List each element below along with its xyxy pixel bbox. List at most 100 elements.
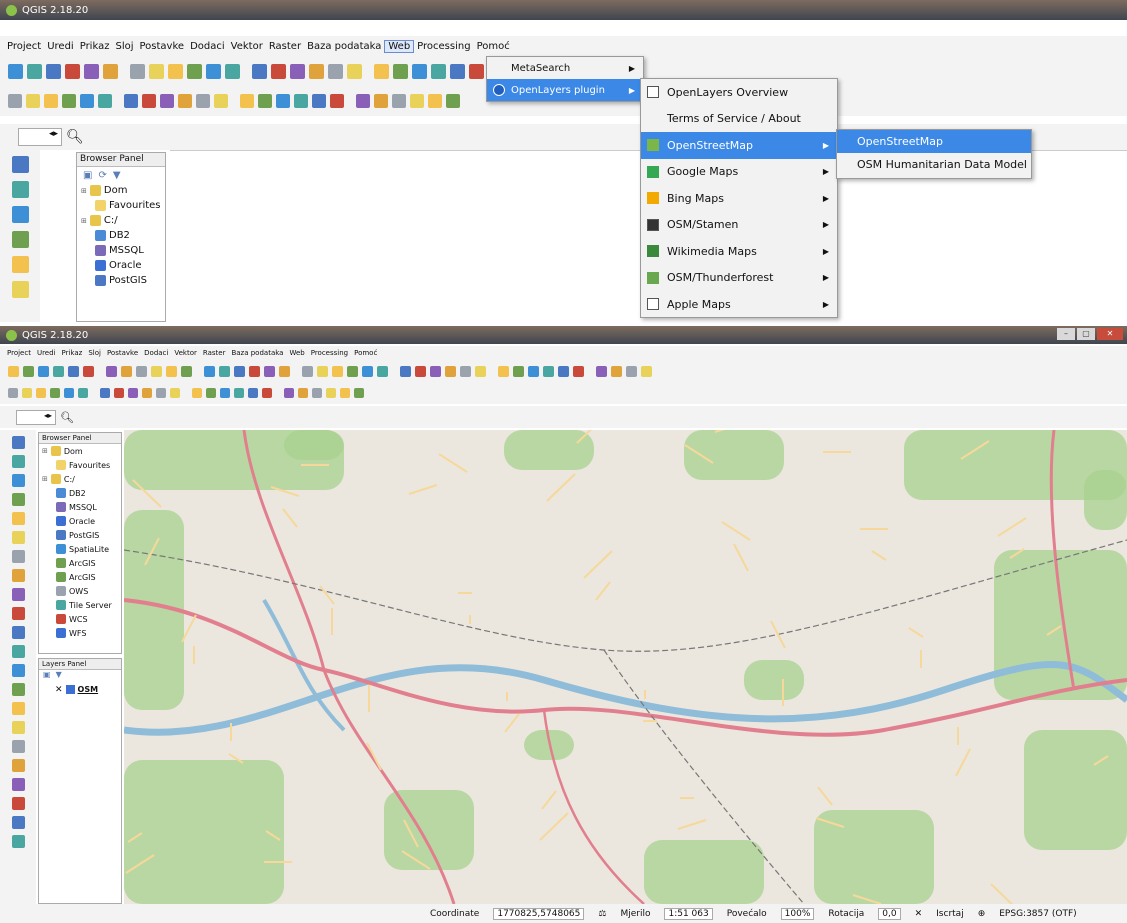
toolbar-tool-icon[interactable] [573,365,584,377]
browser-item-wcs[interactable]: WCS [42,612,121,626]
toolbar-tool-icon[interactable] [264,365,275,377]
layer-tool-icon[interactable] [11,231,29,248]
browser-item-c[interactable]: ⊞ C:/ [42,472,121,486]
menu-vektor[interactable]: Vektor [228,41,266,52]
toolbar-tool-icon[interactable] [279,365,290,377]
toolbar-tool-icon[interactable] [62,94,76,108]
menu-raster[interactable]: Raster [266,41,304,52]
menu-web[interactable]: Web [384,39,415,53]
layer-tool-icon[interactable] [11,683,25,696]
toolbar-tool-icon[interactable] [430,365,441,377]
toolbar-tool-icon[interactable] [290,63,305,79]
toolbar-tool-icon[interactable] [130,63,145,79]
toolbar-tool-icon[interactable] [428,94,442,108]
toolbar-tool-icon[interactable] [36,388,46,398]
menu-item-openstreetmap[interactable]: OpenStreetMap [837,130,1031,153]
layer-tool-icon[interactable] [11,493,25,506]
browser-item-mssql[interactable]: MSSQL [42,500,121,514]
toolbar-tool-icon[interactable] [26,94,40,108]
layer-tool-icon[interactable] [11,626,25,639]
toolbar-tool-icon[interactable] [65,63,80,79]
menu-postavke[interactable]: Postavke [104,349,141,357]
toolbar-tool-icon[interactable] [114,388,124,398]
toolbar-tool-icon[interactable] [469,63,484,79]
menu-item-wikimedia-maps[interactable]: Wikimedia Maps ▶ [641,238,837,265]
layer-tool-icon[interactable] [11,256,29,273]
browser-item-postgis[interactable]: PostGIS [81,273,165,288]
refresh-icon[interactable]: ⟳ [98,170,106,181]
toolbar-tool-icon[interactable] [46,63,61,79]
toolbar-tool-icon[interactable] [298,388,308,398]
browser-item-spatialite[interactable]: SpatiaLite [42,542,121,556]
menu-dodaci[interactable]: Dodaci [187,41,228,52]
toolbar-tool-icon[interactable] [166,365,177,377]
map-canvas[interactable] [124,430,1127,904]
toolbar-tool-icon[interactable] [312,388,322,398]
menu-item-openlayers-plugin[interactable]: OpenLayers plugin ▶ [487,79,643,101]
browser-item-oracle[interactable]: Oracle [81,258,165,273]
toolbar-tool-icon[interactable] [80,94,94,108]
toolbar-tool-icon[interactable] [83,365,94,377]
toolbar-tool-icon[interactable] [328,63,343,79]
toolbar-tool-icon[interactable] [393,63,408,79]
browser-item-arcgis[interactable]: ArcGIS [42,556,121,570]
browser-item-dom[interactable]: ⊞ Dom [81,183,165,198]
layer-tool-icon[interactable] [11,531,25,544]
toolbar-tool-icon[interactable] [626,365,637,377]
render-checkbox-icon[interactable]: ✕ [915,909,923,919]
toolbar-tool-icon[interactable] [498,365,509,377]
toolbar-tool-icon[interactable] [374,63,389,79]
layer-tool-icon[interactable] [11,721,25,734]
layer-tool-icon[interactable] [11,455,25,468]
toolbar-tool-icon[interactable] [284,388,294,398]
toolbar-tool-icon[interactable] [450,63,465,79]
toolbar-tool-icon[interactable] [27,63,42,79]
layer-tool-icon[interactable] [11,797,25,810]
toolbar-tool-icon[interactable] [44,94,58,108]
menu-item-apple-maps[interactable]: Apple Maps ▶ [641,291,837,318]
toolbar-tool-icon[interactable] [356,94,370,108]
toolbar-tool-icon[interactable] [206,388,216,398]
toolbar-tool-icon[interactable] [234,388,244,398]
layer-tool-icon[interactable] [11,206,29,223]
layer-tool-icon[interactable] [11,569,25,582]
expand-icon[interactable]: ⊞ [42,447,48,455]
toolbar-tool-icon[interactable] [377,365,388,377]
browser-item-wfs[interactable]: WFS [42,626,121,640]
toolbar-tool-icon[interactable] [124,94,138,108]
close-button[interactable]: ✕ [1097,328,1123,340]
zoom-input[interactable]: ◂▸ [18,128,62,146]
menu-web[interactable]: Web [286,349,307,357]
toolbar-tool-icon[interactable] [204,365,215,377]
toolbar-tool-icon[interactable] [258,94,272,108]
browser-item-favourites[interactable]: Favourites [81,198,165,213]
layer-tool-icon[interactable] [11,778,25,791]
add-icon[interactable]: ▣ [83,170,92,181]
toolbar-tool-icon[interactable] [170,388,180,398]
layer-tool-icon[interactable] [11,512,25,525]
layer-tool-icon[interactable] [11,550,25,563]
toolbar-tool-icon[interactable] [400,365,411,377]
toolbar-tool-icon[interactable] [23,365,34,377]
toolbar-tool-icon[interactable] [312,94,326,108]
toolbar-tool-icon[interactable] [187,63,202,79]
menu-vektor[interactable]: Vektor [171,349,200,357]
toolbar-tool-icon[interactable] [156,388,166,398]
toolbar-tool-icon[interactable] [431,63,446,79]
toolbar-tool-icon[interactable] [340,388,350,398]
toolbar-tool-icon[interactable] [192,388,202,398]
expand-icon[interactable]: ⊞ [81,187,87,195]
toolbar-tool-icon[interactable] [103,63,118,79]
menu-item-metasearch[interactable]: MetaSearch ▶ [487,57,643,79]
menu-uredi[interactable]: Uredi [44,41,77,52]
toolbar-tool-icon[interactable] [128,388,138,398]
toolbar-tool-icon[interactable] [611,365,622,377]
maximize-button[interactable]: ▢ [1077,328,1095,340]
toolbar-tool-icon[interactable] [160,94,174,108]
menu-processing[interactable]: Processing [414,41,473,52]
toolbar-tool-icon[interactable] [271,63,286,79]
toolbar-tool-icon[interactable] [276,94,290,108]
toolbar-tool-icon[interactable] [8,388,18,398]
toolbar-tool-icon[interactable] [596,365,607,377]
toolbar-tool-icon[interactable] [78,388,88,398]
